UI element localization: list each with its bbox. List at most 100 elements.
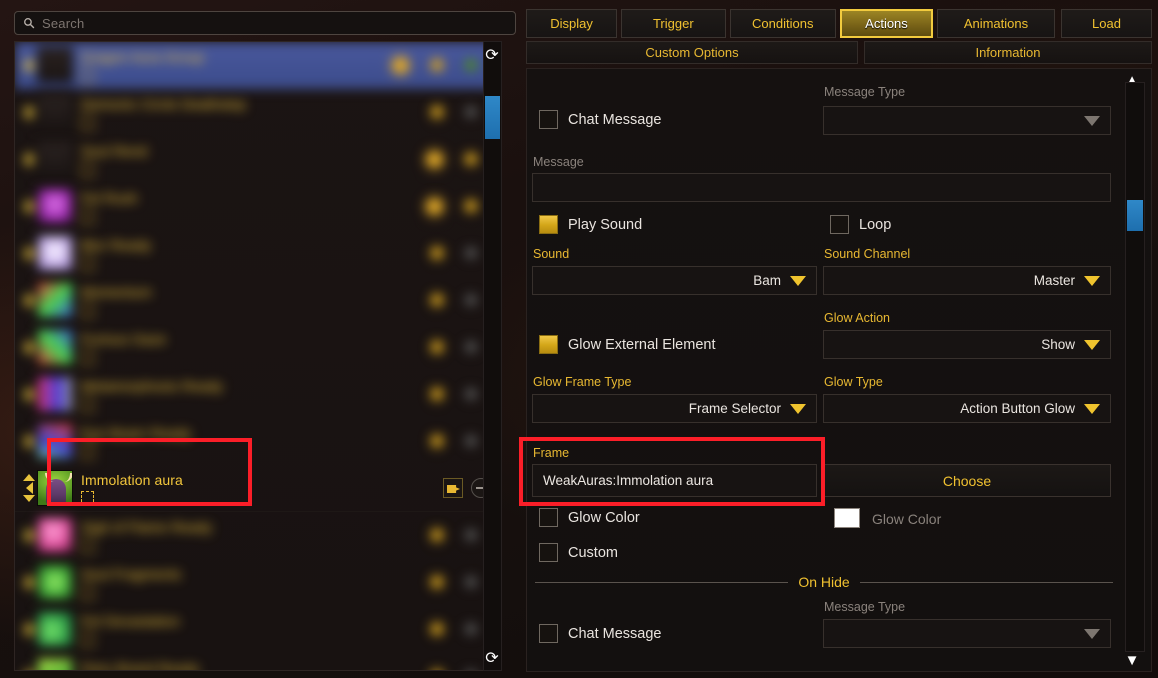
aura-list[interactable]: Dragon Aura Group Demonic Circle Deathst… [14,41,502,671]
move-up-icon[interactable] [23,245,35,253]
list-item-immolation-aura[interactable]: Immolation aura [15,465,501,512]
checkbox-box[interactable] [830,215,849,234]
glow-external-element-checkbox[interactable]: Glow External Element [539,335,715,354]
move-down-icon[interactable] [23,65,35,73]
checkbox-box[interactable] [539,335,558,354]
glow-frame-type-dropdown[interactable]: Frame Selector [532,394,817,423]
message-type-dropdown[interactable] [823,619,1111,648]
reorder-arrows[interactable] [21,327,37,367]
checkbox-box[interactable] [539,624,558,643]
play-sound-checkbox[interactable]: Play Sound [539,215,642,234]
glow-color-checkbox[interactable]: Glow Color [539,508,640,527]
move-down-icon[interactable] [23,394,35,402]
tab-custom-options[interactable]: Custom Options [526,41,858,64]
move-down-icon[interactable] [23,159,35,167]
list-item[interactable]: Sigil of Flame Ready [15,512,501,559]
glow-type-dropdown[interactable]: Action Button Glow [823,394,1111,423]
tab-information[interactable]: Information [864,41,1152,64]
move-up-icon[interactable] [23,433,35,441]
list-item[interactable]: Soul Fragments [15,559,501,606]
list-item[interactable]: Dragon Aura Group [15,42,501,89]
reorder-arrows[interactable] [21,139,37,179]
panel-scrollbar[interactable] [1125,82,1145,652]
move-up-icon[interactable] [23,574,35,582]
move-down-icon[interactable] [23,347,35,355]
tab-conditions[interactable]: Conditions [729,9,836,38]
panel-scrollbar-thumb[interactable] [1127,200,1143,231]
list-item[interactable]: Eye Beam Ready [15,418,501,465]
sidebar-scroll-up-icon[interactable]: ⟳ [479,45,505,67]
move-down-icon[interactable] [23,535,35,543]
tab-display[interactable]: Display [526,9,618,38]
reorder-arrows[interactable] [21,186,37,226]
reorder-arrows[interactable] [21,562,37,602]
message-input[interactable] [532,173,1111,202]
list-item[interactable]: Furious Gaze [15,324,501,371]
move-up-icon[interactable] [23,621,35,629]
reorder-arrows[interactable] [21,233,37,273]
move-up-icon[interactable] [23,339,35,347]
sidebar-scroll-down-icon[interactable]: ⟳ [479,648,505,670]
move-up-icon[interactable] [23,198,35,206]
checkbox-box[interactable] [539,215,558,234]
chat-message-on-hide-checkbox[interactable]: Chat Message [539,624,662,643]
move-up-icon[interactable] [23,151,35,159]
reorder-arrows[interactable] [21,374,37,414]
sound-dropdown[interactable]: Bam [532,266,817,295]
message-type-dropdown[interactable] [823,106,1111,135]
move-up-icon[interactable] [23,57,35,65]
list-item[interactable]: Momentum [15,277,501,324]
list-item[interactable]: Fel Devastation [15,606,501,653]
checkbox-box[interactable] [539,508,558,527]
move-up-icon[interactable] [23,474,35,481]
choose-button[interactable]: Choose [823,464,1111,497]
move-down-icon[interactable] [23,495,35,502]
move-up-icon[interactable] [23,386,35,394]
chat-message-on-show-checkbox[interactable]: Chat Message [539,110,662,129]
checkbox-box[interactable] [539,543,558,562]
list-item[interactable]: Fiery Brand Ready [15,653,501,670]
reorder-arrows[interactable] [21,515,37,555]
list-item[interactable]: Metamorphosis Ready [15,371,501,418]
move-down-icon[interactable] [23,629,35,637]
frame-input[interactable]: WeakAuras:Immolation aura [532,464,817,497]
custom-checkbox[interactable]: Custom [539,543,618,562]
panel-scroll-down-icon[interactable]: ▼ [1122,652,1142,672]
reorder-arrows[interactable] [21,45,37,85]
reorder-arrows[interactable] [21,468,37,508]
search-input[interactable] [42,15,515,31]
reorder-arrows[interactable] [21,609,37,649]
move-down-icon[interactable] [23,300,35,308]
checkbox-box[interactable] [539,110,558,129]
sidebar-scrollbar[interactable] [483,41,502,671]
reorder-arrows[interactable] [21,656,37,670]
tab-actions[interactable]: Actions [839,9,934,38]
move-up-icon[interactable] [23,668,35,670]
search-box[interactable] [14,11,516,35]
move-down-icon[interactable] [23,253,35,261]
sound-channel-dropdown[interactable]: Master [823,266,1111,295]
move-down-icon[interactable] [23,441,35,449]
aura-flag-button[interactable] [443,478,463,498]
move-left-icon[interactable] [25,482,33,494]
move-down-icon[interactable] [23,206,35,214]
reorder-arrows[interactable] [21,421,37,461]
glow-action-dropdown[interactable]: Show [823,330,1111,359]
list-item[interactable]: Demonic Circle Deathstep [15,89,501,136]
loop-checkbox[interactable]: Loop [830,215,891,234]
move-up-icon[interactable] [23,104,35,112]
list-item[interactable]: Soul Rend [15,136,501,183]
move-up-icon[interactable] [23,527,35,535]
tab-load[interactable]: Load [1060,9,1152,38]
move-up-icon[interactable] [23,292,35,300]
list-item[interactable]: Fel Rush [15,183,501,230]
reorder-arrows[interactable] [21,280,37,320]
tab-animations[interactable]: Animations [937,9,1055,38]
move-down-icon[interactable] [23,582,35,590]
glow-color-swatch[interactable] [834,508,860,528]
list-item[interactable]: Blur Ready [15,230,501,277]
reorder-arrows[interactable] [21,92,37,132]
tab-trigger[interactable]: Trigger [621,9,726,38]
move-down-icon[interactable] [23,112,35,120]
sidebar-scrollbar-thumb[interactable] [485,96,500,139]
